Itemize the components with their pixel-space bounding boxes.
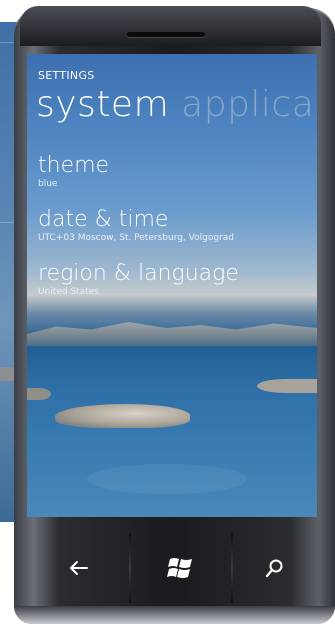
back-button[interactable] — [27, 531, 129, 604]
background-mountains — [27, 322, 317, 346]
back-arrow-icon — [70, 560, 88, 575]
settings-item-title: date & time — [38, 207, 169, 232]
start-button[interactable] — [131, 531, 231, 604]
settings-item-date-time[interactable]: date & time UTC+03 Moscow, St. Petersbur… — [38, 208, 234, 244]
background-island — [27, 388, 51, 400]
background-island — [257, 379, 317, 393]
phone-top-bezel — [20, 6, 321, 46]
settings-item-subtitle: United States — [38, 287, 99, 297]
background-island — [55, 404, 190, 428]
phone-bottom-edge — [14, 606, 335, 624]
pivot-tab-system[interactable]: system — [36, 84, 169, 125]
pivot-header: system applica — [36, 84, 314, 125]
settings-item-region-language[interactable]: region & language United States — [38, 262, 239, 298]
settings-item-title: theme — [38, 153, 110, 178]
search-button[interactable] — [233, 531, 317, 604]
windows-logo-icon — [167, 557, 192, 578]
earpiece-speaker — [127, 32, 205, 37]
hardware-button-bar — [27, 531, 317, 604]
phone-screen: SETTINGS system applica theme blue date &… — [27, 54, 317, 517]
settings-item-theme[interactable]: theme blue — [38, 154, 109, 190]
breadcrumb: SETTINGS — [38, 69, 95, 82]
pivot-tab-applications[interactable]: applica — [181, 84, 314, 125]
search-icon — [265, 559, 283, 577]
settings-item-title: region & language — [38, 261, 239, 286]
settings-item-subtitle: blue — [38, 179, 58, 189]
water-reflection — [87, 464, 247, 494]
settings-item-subtitle: UTC+03 Moscow, St. Petersburg, Volgograd — [38, 233, 234, 243]
